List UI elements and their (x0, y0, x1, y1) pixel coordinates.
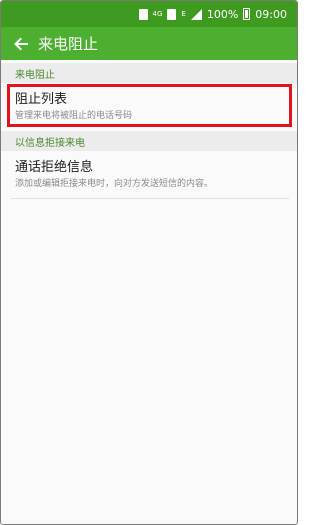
signal-icon (190, 8, 202, 20)
page-title: 来电阻止 (38, 35, 99, 53)
section-header-reject-with-message: 以信息拒接来电 (1, 131, 297, 151)
block-list-subtitle: 管理来电将被阻止的电话号码 (15, 111, 133, 121)
phone-frame: 4G E 100% 09:00 来电阻止 来电阻止 阻止列表 管理来电将被阻止的… (0, 0, 298, 525)
section-header-call-blocking: 来电阻止 (1, 63, 297, 83)
app-bar: 来电阻止 (1, 27, 297, 60)
battery-icon (243, 8, 251, 20)
block-list-title: 阻止列表 (15, 92, 68, 107)
list-item-reject-messages[interactable]: 通话拒绝信息 添加或编辑拒接来电时，向对方发送短信的内容。 (1, 159, 297, 191)
reject-messages-title: 通话拒绝信息 (15, 160, 94, 175)
network-sub-label: E (181, 9, 186, 18)
list-item-block-list[interactable]: 阻止列表 管理来电将被阻止的电话号码 (1, 91, 297, 123)
reject-messages-subtitle: 添加或编辑拒接来电时，向对方发送短信的内容。 (15, 179, 214, 189)
status-bar: 4G E 100% 09:00 (1, 1, 297, 27)
clock: 09:00 (255, 7, 287, 21)
sim-icon (167, 8, 177, 20)
network-type-label: 4G (152, 9, 163, 18)
back-arrow-icon[interactable] (13, 36, 29, 52)
list-divider (11, 198, 289, 199)
notification-icon (138, 8, 148, 20)
battery-percent: 100% (206, 7, 239, 21)
